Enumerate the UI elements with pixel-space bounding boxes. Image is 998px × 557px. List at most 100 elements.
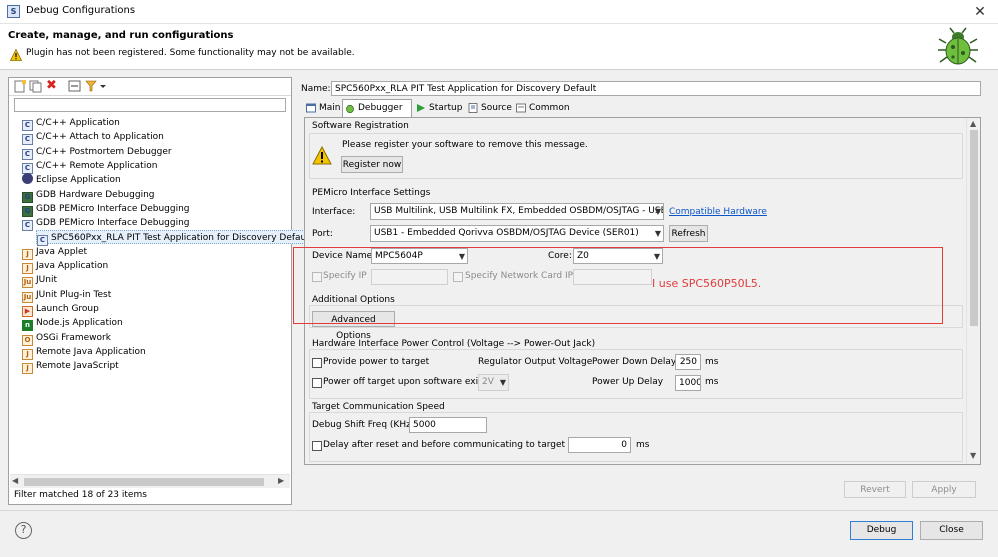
power-down-ms-label: ms (705, 357, 719, 367)
scroll-left-icon[interactable]: ◀ (12, 476, 18, 485)
delay-ms-label: ms (636, 440, 650, 450)
debug-shift-freq-input[interactable]: 5000 (409, 417, 487, 433)
register-now-button[interactable]: Register now (341, 156, 403, 173)
chevron-down-icon: ▼ (654, 229, 661, 238)
vertical-scroll-thumb[interactable] (970, 130, 978, 326)
tab-common[interactable]: Common (514, 100, 570, 117)
help-icon[interactable]: ? (15, 522, 32, 539)
tree-item[interactable]: C C/C++ Attach to Application (22, 130, 164, 146)
delay-after-reset-checkbox[interactable] (312, 441, 322, 451)
tab-source[interactable]: Source (466, 100, 512, 117)
debug-button[interactable]: Debug (850, 521, 913, 540)
scroll-down-icon[interactable]: ▼ (970, 451, 976, 460)
footer-divider (0, 510, 998, 511)
port-select[interactable]: USB1 - Embedded Qorivva OSBDM/OSJTAG Dev… (370, 225, 664, 242)
header-message: Plugin has not been registered. Some fun… (26, 48, 355, 58)
tree-item[interactable]: C C/C++ Remote Application (22, 159, 157, 174)
tab-main[interactable]: Main (304, 100, 342, 117)
config-name-input[interactable]: SPC560Pxx_RLA PIT Test Application for D… (331, 81, 981, 96)
close-button[interactable]: Close (920, 521, 983, 540)
close-window-button[interactable]: ✕ (968, 2, 992, 22)
tree-item[interactable]: Ju JUnit (22, 273, 57, 289)
revert-button[interactable]: Revert (844, 481, 906, 498)
tree-item-label: C/C++ Postmortem Debugger (36, 146, 172, 157)
tree-item[interactable]: n Node.js Application (22, 316, 123, 332)
app-icon: S (7, 5, 20, 18)
provide-power-label: Provide power to target (323, 357, 430, 367)
debugger-tab-icon (346, 104, 354, 113)
registration-warning-icon (312, 146, 332, 165)
tree-item[interactable]: J Remote Java Application (22, 345, 146, 360)
refresh-button[interactable]: Refresh (669, 225, 708, 242)
tree-item[interactable]: O OSGi Framework (22, 331, 111, 346)
interface-select[interactable]: USB Multilink, USB Multilink FX, Embedde… (370, 203, 664, 220)
tree-item-label: Remote JavaScript (36, 361, 119, 372)
filter-menu-icon[interactable] (85, 79, 107, 93)
apply-button[interactable]: Apply (912, 481, 976, 498)
software-registration-title: Software Registration (312, 121, 409, 131)
interface-label: Interface: (312, 207, 356, 217)
tree-item-label: JUnit Plug-in Test (36, 289, 112, 300)
debug-shift-freq-label: Debug Shift Freq (KHz) (312, 420, 415, 430)
voltage-select[interactable]: 2V ▼ (478, 374, 509, 391)
tab-startup[interactable]: Startup (414, 100, 464, 117)
tree-item-label: Java Application (36, 261, 109, 271)
tree-item[interactable]: G GDB Hardware Debugging (22, 188, 154, 203)
power-down-delay-label: Power Down Delay (592, 357, 677, 367)
tree-item[interactable]: C GDB PEMicro Interface Debugging (22, 216, 190, 232)
power-up-delay-label: Power Up Delay (592, 377, 664, 387)
delay-after-reset-label: Delay after reset and before communicati… (323, 440, 581, 450)
tree-horizontal-scrollbar[interactable]: ◀ ▶ (10, 474, 290, 488)
tree-item[interactable]: C C/C++ Postmortem Debugger (22, 145, 172, 160)
tree-item[interactable]: J Java Applet (22, 245, 88, 260)
tree-item[interactable]: J Java Application (22, 259, 109, 274)
power-up-delay-input[interactable]: 1000 (675, 375, 701, 391)
compatible-hardware-link[interactable]: Compatible Hardware (669, 207, 767, 217)
power-off-checkbox[interactable] (312, 378, 322, 388)
tree-item[interactable]: G GDB PEMicro Interface Debugging (22, 202, 190, 217)
tab-main-label: Main (319, 103, 341, 113)
comm-speed-title: Target Communication Speed (312, 402, 445, 412)
provide-power-checkbox[interactable] (312, 358, 322, 368)
delay-after-reset-input[interactable]: 0 (568, 437, 631, 453)
power-control-title: Hardware Interface Power Control (Voltag… (312, 339, 596, 349)
tree-item[interactable]: Eclipse Application (22, 173, 121, 187)
voltage-value: 2V (482, 377, 494, 387)
warning-icon (10, 49, 22, 61)
dialog-header: Create, manage, and run configurations P… (0, 24, 998, 70)
interface-select-value: USB Multilink, USB Multilink FX, Embedde… (374, 206, 664, 216)
main-tab-icon (306, 103, 316, 113)
filter-input[interactable] (14, 98, 286, 112)
tree-item-label: Remote Java Application (36, 346, 146, 357)
scroll-right-icon[interactable]: ▶ (278, 476, 284, 485)
tree-item[interactable]: J Remote JavaScript (22, 359, 119, 375)
tree-item[interactable]: C C/C++ Application (22, 116, 120, 131)
delete-config-icon[interactable]: ✖ (46, 79, 60, 93)
tree-item-label: GDB PEMicro Interface Debugging (36, 218, 190, 229)
collapse-all-icon[interactable] (68, 80, 82, 93)
tree-item-label: C/C++ Attach to Application (36, 132, 164, 143)
power-down-delay-input[interactable]: 250 (675, 354, 701, 370)
window-titlebar: S Debug Configurations ✕ (0, 0, 998, 24)
tree-item[interactable]: ▶ Launch Group (22, 302, 99, 317)
window-title: Debug Configurations (26, 5, 136, 16)
power-up-ms-label: ms (705, 377, 719, 387)
tab-source-label: Source (481, 103, 512, 113)
filter-status: Filter matched 18 of 23 items (14, 490, 147, 500)
content-vertical-scrollbar[interactable]: ▲ ▼ (966, 118, 980, 464)
c-icon: C (22, 220, 33, 232)
tab-startup-label: Startup (429, 103, 463, 113)
tree-item-label: Node.js Application (36, 318, 123, 329)
new-config-icon[interactable] (13, 80, 27, 93)
scroll-up-icon[interactable]: ▲ (970, 119, 976, 128)
eclipse-icon (22, 173, 33, 185)
tab-debugger-label: Debugger (358, 103, 403, 113)
tree-item[interactable]: C SPC560Pxx_RLA PIT Test Application for … (36, 230, 316, 247)
source-tab-icon (468, 103, 478, 113)
common-tab-icon (516, 103, 526, 113)
tree-item-label: Java Applet (36, 246, 88, 257)
scroll-thumb[interactable] (24, 478, 264, 486)
tree-item[interactable]: Ju JUnit Plug-in Test (22, 288, 112, 303)
tab-debugger[interactable]: Debugger (342, 99, 412, 118)
duplicate-config-icon[interactable] (29, 80, 43, 93)
